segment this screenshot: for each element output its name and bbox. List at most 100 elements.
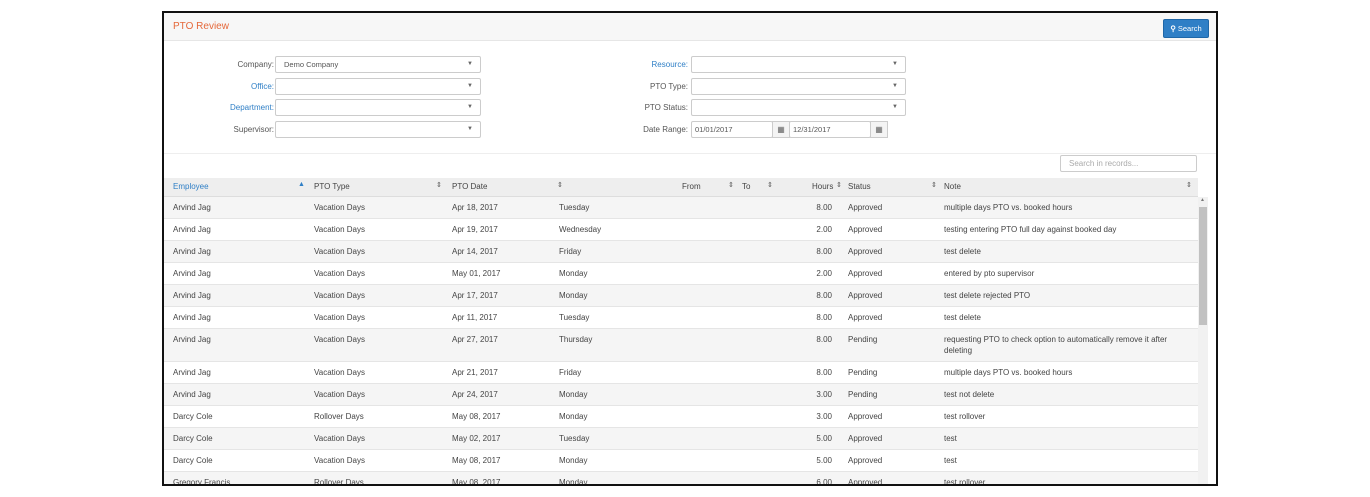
table-row[interactable]: Arvind Jag Vacation Days Apr 27, 2017 Thurs…	[164, 329, 1198, 362]
cell-pto-date: May 02, 2017	[452, 434, 501, 443]
table-row[interactable]: Arvind Jag Vacation Days Apr 17, 2017 Monda…	[164, 285, 1198, 307]
cell-note: test	[944, 434, 957, 443]
date-to-input[interactable]: 12/31/2017	[789, 121, 871, 138]
cell-employee: Arvind Jag	[173, 368, 211, 377]
table-row[interactable]: Arvind Jag Vacation Days Apr 21, 2017 Frida…	[164, 362, 1198, 384]
cell-note: requesting PTO to check option to automa…	[944, 335, 1168, 355]
cell-pto-type: Rollover Days	[314, 412, 364, 421]
cell-pto-type: Vacation Days	[314, 335, 365, 344]
cell-day: Tuesday	[559, 313, 590, 322]
cell-day: Friday	[559, 247, 582, 256]
pto-status-select[interactable]: ▼	[691, 99, 906, 116]
table-row[interactable]: Arvind Jag Vacation Days Apr 14, 2017 Frida…	[164, 241, 1198, 263]
table-row[interactable]: Arvind Jag Vacation Days Apr 11, 2017 Tuesd…	[164, 307, 1198, 329]
cell-status: Approved	[848, 478, 883, 486]
sort-asc-icon[interactable]: ▲	[298, 181, 305, 188]
resource-select[interactable]: ▼	[691, 56, 906, 73]
cell-hours: 8.00	[816, 368, 832, 377]
cell-pto-date: Apr 27, 2017	[452, 335, 498, 344]
table-row[interactable]: Arvind Jag Vacation Days May 01, 2017 Monda…	[164, 263, 1198, 285]
office-label[interactable]: Office:	[164, 82, 274, 91]
table-row[interactable]: Arvind Jag Vacation Days Apr 18, 2017 Tuesd…	[164, 197, 1198, 219]
cell-employee: Arvind Jag	[173, 291, 211, 300]
date-from-input[interactable]: 01/01/2017	[691, 121, 773, 138]
table-row[interactable]: Arvind Jag Vacation Days Apr 19, 2017 Wedne…	[164, 219, 1198, 241]
column-from[interactable]: From	[682, 182, 701, 191]
cell-hours: 8.00	[816, 203, 832, 212]
cell-status: Approved	[848, 313, 883, 322]
calendar-icon[interactable]: ▦	[870, 121, 888, 138]
page-title: PTO Review	[173, 21, 229, 32]
cell-employee: Arvind Jag	[173, 335, 211, 344]
search-button[interactable]: ⚲ Search	[1163, 19, 1209, 38]
cell-employee: Arvind Jag	[173, 313, 211, 322]
chevron-down-icon: ▼	[467, 126, 473, 132]
cell-pto-type: Rollover Days	[314, 478, 364, 486]
cell-pto-type: Vacation Days	[314, 203, 365, 212]
column-hours[interactable]: Hours	[812, 182, 833, 191]
cell-note: testing entering PTO full day against bo…	[944, 225, 1117, 234]
resource-label[interactable]: Resource:	[578, 60, 688, 69]
calendar-icon[interactable]: ▦	[772, 121, 790, 138]
records-search-input[interactable]: Search in records...	[1060, 155, 1197, 172]
cell-pto-type: Vacation Days	[314, 225, 365, 234]
cell-pto-type: Vacation Days	[314, 291, 365, 300]
sort-icon[interactable]: ⇕	[1186, 181, 1192, 189]
panel-header: PTO Review ⚲ Search	[164, 13, 1216, 41]
table-row[interactable]: Darcy Cole Vacation Days May 02, 2017 Tuesd…	[164, 428, 1198, 450]
cell-day: Friday	[559, 368, 582, 377]
supervisor-select[interactable]: ▼	[275, 121, 481, 138]
table-row[interactable]: Darcy Cole Rollover Days May 08, 2017 Monda…	[164, 406, 1198, 428]
cell-pto-type: Vacation Days	[314, 434, 365, 443]
cell-employee: Darcy Cole	[173, 434, 213, 443]
scroll-up-icon[interactable]: ▲	[1200, 197, 1205, 203]
cell-day: Tuesday	[559, 203, 590, 212]
cell-employee: Arvind Jag	[173, 390, 211, 399]
cell-pto-date: Apr 21, 2017	[452, 368, 498, 377]
cell-hours: 6.00	[816, 478, 832, 486]
sort-icon[interactable]: ⇕	[767, 181, 773, 189]
pto-type-select[interactable]: ▼	[691, 78, 906, 95]
column-note[interactable]: Note	[944, 182, 961, 191]
cell-employee: Darcy Cole	[173, 456, 213, 465]
department-label[interactable]: Department:	[164, 103, 274, 112]
sort-icon[interactable]: ⇕	[436, 181, 442, 189]
table-row[interactable]: Arvind Jag Vacation Days Apr 24, 2017 Monda…	[164, 384, 1198, 406]
cell-pto-date: Apr 11, 2017	[452, 313, 498, 322]
column-status[interactable]: Status	[848, 182, 871, 191]
cell-day: Monday	[559, 412, 588, 421]
table-header: Employee ▲ PTO Type ⇕ PTO Date ⇕ From ⇕ …	[164, 178, 1198, 197]
date-range-label: Date Range:	[643, 125, 688, 134]
sort-icon[interactable]: ⇕	[931, 181, 937, 189]
cell-pto-type: Vacation Days	[314, 368, 365, 377]
cell-employee: Arvind Jag	[173, 203, 211, 212]
scrollbar-thumb[interactable]	[1199, 207, 1207, 325]
cell-pto-date: May 08, 2017	[452, 412, 501, 421]
cell-hours: 5.00	[816, 434, 832, 443]
pto-type-label: PTO Type:	[650, 82, 688, 91]
chevron-down-icon: ▼	[892, 83, 898, 89]
company-select[interactable]: Demo Company ▼	[275, 56, 481, 73]
office-select[interactable]: ▼	[275, 78, 481, 95]
cell-day: Monday	[559, 456, 588, 465]
cell-pto-type: Vacation Days	[314, 456, 365, 465]
column-employee[interactable]: Employee	[173, 182, 209, 191]
column-pto-type[interactable]: PTO Type	[314, 182, 350, 191]
table-row[interactable]: Darcy Cole Vacation Days May 08, 2017 Monda…	[164, 450, 1198, 472]
table-row[interactable]: Gregory Francis Rollover Days May 08, 2017…	[164, 472, 1198, 486]
cell-note: multiple days PTO vs. booked hours	[944, 368, 1073, 377]
cell-hours: 8.00	[816, 313, 832, 322]
sort-icon[interactable]: ⇕	[836, 181, 842, 189]
column-pto-date[interactable]: PTO Date	[452, 182, 487, 191]
column-to[interactable]: To	[742, 182, 750, 191]
cell-status: Approved	[848, 269, 883, 278]
cell-status: Pending	[848, 390, 878, 399]
sort-icon[interactable]: ⇕	[557, 181, 563, 189]
vertical-scrollbar[interactable]: ▲	[1198, 197, 1208, 484]
cell-note: test rollover	[944, 478, 986, 486]
cell-day: Monday	[559, 390, 588, 399]
sort-icon[interactable]: ⇕	[728, 181, 734, 189]
cell-pto-type: Vacation Days	[314, 269, 365, 278]
cell-pto-type: Vacation Days	[314, 390, 365, 399]
department-select[interactable]: ▼	[275, 99, 481, 116]
